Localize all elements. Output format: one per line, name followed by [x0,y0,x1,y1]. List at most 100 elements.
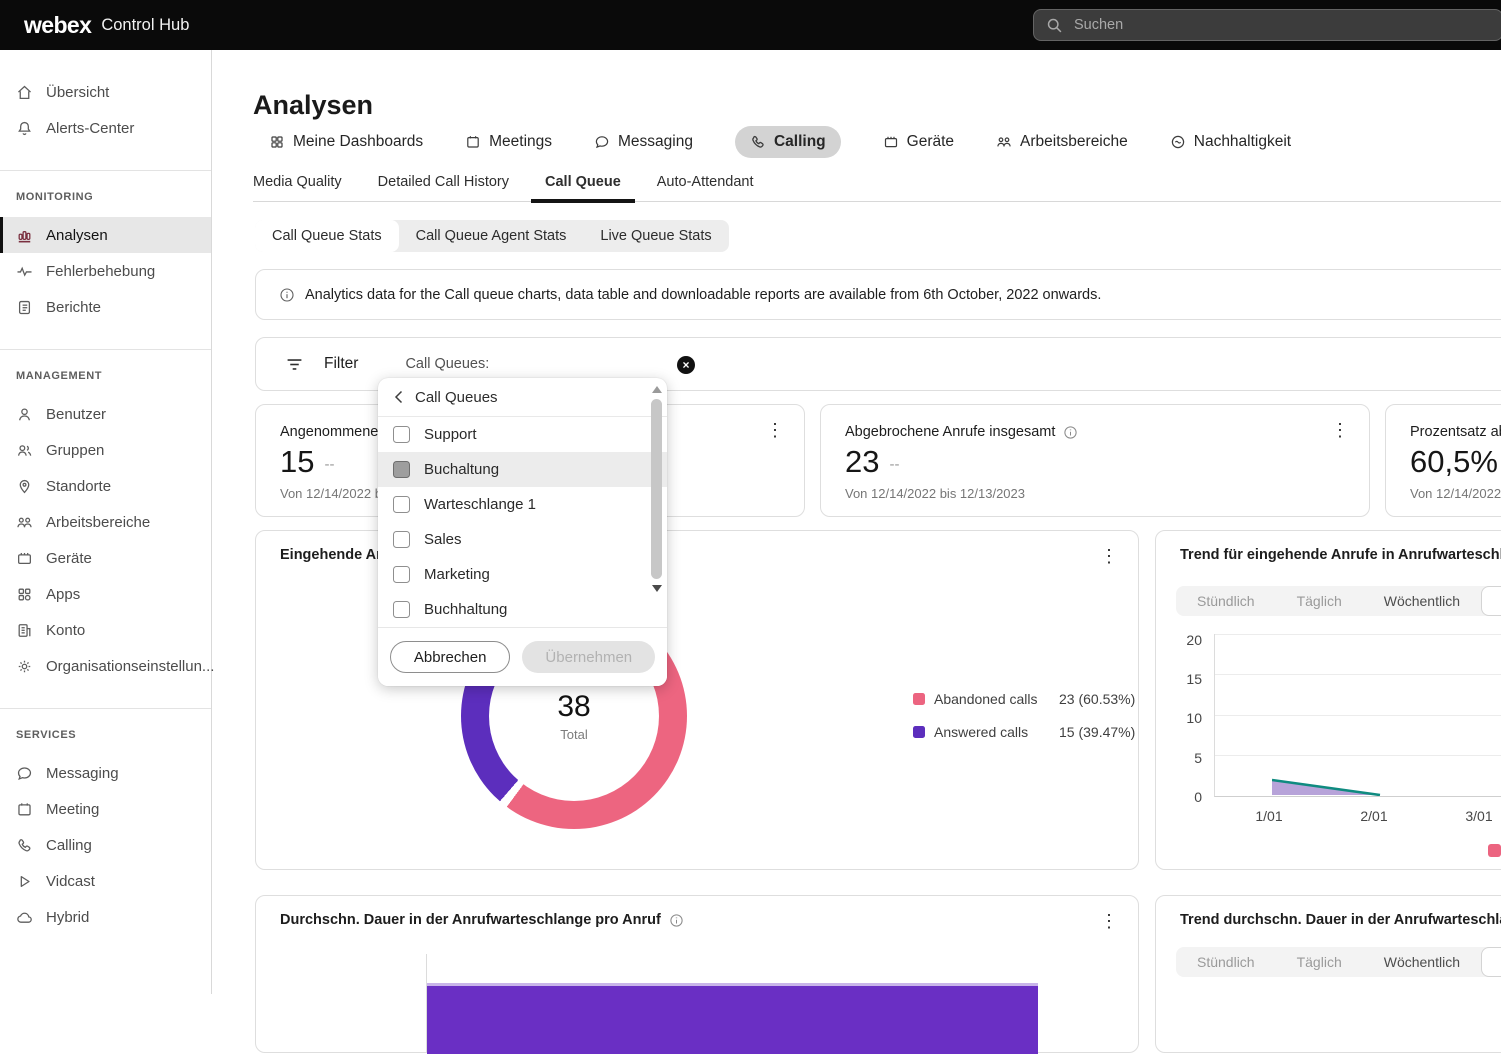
checkbox-unchecked[interactable] [393,601,410,618]
sidebar-item-berichte[interactable]: Berichte [0,289,211,325]
sidebar-item-geraete[interactable]: Geräte [0,540,211,576]
tab-calling[interactable]: Calling [735,126,841,158]
sidebar-item-label: Apps [46,586,80,603]
devices-icon [16,550,33,567]
call-queues-filter-field[interactable]: Call Queues: [405,356,489,372]
sidebar-item-alerts-center[interactable]: Alerts-Center [0,110,211,146]
legend-item-answered: Answered calls 15 (39.47%) [913,724,1135,740]
dropdown-header[interactable]: Call Queues [378,378,667,417]
segment-call-queue-stats[interactable]: Call Queue Stats [255,220,399,252]
sidebar-item-label: Organisationseinstellun... [46,658,214,675]
subtab-media-quality[interactable]: Media Quality [253,172,342,201]
sidebar-divider [0,708,211,709]
subtab-call-queue[interactable]: Call Queue [545,172,621,201]
dropdown-item-sales[interactable]: Sales [378,522,667,557]
checkbox-unchecked[interactable] [393,531,410,548]
dropdown-item-buchaltung[interactable]: Buchaltung [378,452,667,487]
sidebar-item-apps[interactable]: Apps [0,576,211,612]
kebab-menu-icon[interactable]: ⋮ [1100,912,1118,930]
dropdown-item-marketing[interactable]: Marketing [378,557,667,592]
kebab-menu-icon[interactable]: ⋮ [1331,421,1349,439]
tab-arbeitsbereiche[interactable]: Arbeitsbereiche [996,126,1128,158]
kpi-title: Abgebrochene Anrufe insgesamt [845,424,1055,440]
play-icon [16,873,33,890]
sidebar-item-analysen[interactable]: Analysen [0,217,211,253]
legend-swatch-purple [913,726,925,738]
clear-filter-button[interactable]: × [677,356,695,374]
y-axis-tick: 15 [1168,671,1202,687]
sidebar-item-benutzer[interactable]: Benutzer [0,396,211,432]
sidebar-item-vidcast[interactable]: Vidcast [0,863,211,899]
phone-icon [750,134,766,150]
search-input[interactable] [1072,16,1490,34]
sidebar-item-calling[interactable]: Calling [0,827,211,863]
checkbox-unchecked[interactable] [393,426,410,443]
segment-call-queue-agent-stats[interactable]: Call Queue Agent Stats [399,220,584,252]
apply-button[interactable]: Übernehmen [522,641,655,673]
chat-bubble-icon [594,134,610,150]
kpi-title: Prozentsatz ab [1410,424,1501,440]
segment-live-queue-stats[interactable]: Live Queue Stats [583,220,728,252]
checkbox-filled[interactable] [393,461,410,478]
analytics-tab-bar: Meine Dashboards Meetings Messaging Call… [269,126,1291,158]
sidebar-item-label: Übersicht [46,84,109,101]
sidebar-item-fehlerbehebung[interactable]: Fehlerbehebung [0,253,211,289]
home-icon [16,84,33,101]
control-hub-label: Control Hub [101,16,189,35]
interval-tab-woechentlich[interactable]: Wöchentlich [1363,947,1481,977]
y-axis-tick: 10 [1168,710,1202,726]
scroll-up-arrow-icon[interactable] [652,386,662,393]
dropdown-item-buchhaltung[interactable]: Buchhaltung [378,592,667,627]
info-banner: Analytics data for the Call queue charts… [255,269,1501,320]
bell-icon [16,120,33,137]
sidebar-item-hybrid[interactable]: Hybrid [0,899,211,935]
kebab-menu-icon[interactable]: ⋮ [1100,547,1118,565]
subtab-auto-attendant[interactable]: Auto-Attendant [657,172,754,201]
donut-total-label: Total [560,727,587,742]
scroll-down-arrow-icon[interactable] [652,585,662,592]
sidebar-item-label: Benutzer [46,406,106,423]
dropdown-item-support[interactable]: Support [378,417,667,452]
legend-swatch-pink [1488,844,1501,857]
tab-meine-dashboards[interactable]: Meine Dashboards [269,126,423,158]
checkbox-unchecked[interactable] [393,566,410,583]
tab-messaging[interactable]: Messaging [594,126,693,158]
kebab-menu-icon[interactable]: ⋮ [766,421,784,439]
cancel-button[interactable]: Abbrechen [390,641,511,673]
scrollbar-thumb[interactable] [651,399,662,579]
tab-geraete[interactable]: Geräte [883,126,954,158]
interval-tab-stuendlich[interactable]: Stündlich [1176,947,1276,977]
sidebar-item-standorte[interactable]: Standorte [0,468,211,504]
info-icon [279,287,295,303]
sidebar-item-meeting[interactable]: Meeting [0,791,211,827]
interval-tab-taeglich[interactable]: Täglich [1276,947,1363,977]
tab-meetings[interactable]: Meetings [465,126,552,158]
calendar-icon [16,801,33,818]
checkbox-unchecked[interactable] [393,496,410,513]
dropdown-item-warteschlange-1[interactable]: Warteschlange 1 [378,487,667,522]
interval-tab-woechentlich[interactable]: Wöchentlich [1363,586,1481,616]
webex-logo: webex [24,12,91,39]
tab-label: Meetings [489,133,552,151]
avg-queue-duration-trend-card: Trend durchschn. Dauer in der Anrufwarte… [1155,895,1501,1053]
global-search[interactable] [1033,9,1501,41]
dropdown-item-label: Warteschlange 1 [424,496,536,513]
interval-tab-monatlich[interactable]: Monatlich [1481,586,1501,616]
subtab-detailed-call-history[interactable]: Detailed Call History [378,172,509,201]
sidebar-item-uebersicht[interactable]: Übersicht [0,74,211,110]
tab-nachhaltigkeit[interactable]: Nachhaltigkeit [1170,126,1291,158]
donut-legend: Abandoned calls 23 (60.53%) Answered cal… [913,691,1135,757]
top-bar: webex Control Hub [0,0,1501,50]
trend-area-chart [1214,634,1501,797]
sidebar-item-konto[interactable]: Konto [0,612,211,648]
sidebar-item-messaging[interactable]: Messaging [0,755,211,791]
sidebar-item-arbeitsbereiche[interactable]: Arbeitsbereiche [0,504,211,540]
sidebar-item-gruppen[interactable]: Gruppen [0,432,211,468]
sidebar-divider [0,349,211,350]
interval-tab-taeglich[interactable]: Täglich [1276,586,1363,616]
dropdown-scrollbar[interactable] [650,386,663,620]
sidebar-item-organisationseinstellungen[interactable]: Organisationseinstellun... [0,648,211,684]
interval-tab-stuendlich[interactable]: Stündlich [1176,586,1276,616]
interval-tab-monatlich[interactable]: Monatlich [1481,947,1501,977]
y-axis-tick: 20 [1168,632,1202,648]
